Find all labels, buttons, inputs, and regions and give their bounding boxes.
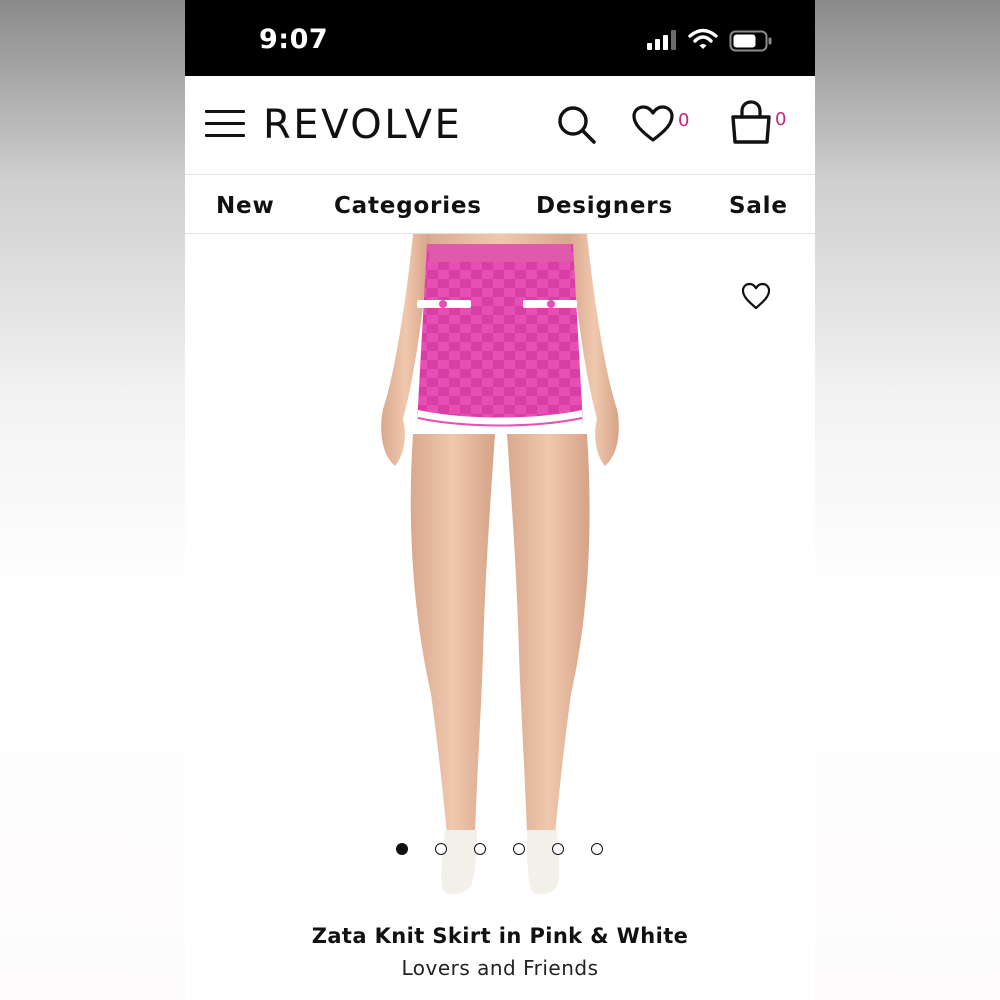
carousel-dot-5[interactable]	[552, 843, 564, 855]
wishlist-count: 0	[678, 110, 690, 131]
nav-new[interactable]: New	[216, 193, 275, 219]
carousel-dot-2[interactable]	[435, 843, 447, 855]
wifi-icon	[688, 27, 718, 56]
hamburger-menu-icon[interactable]	[205, 110, 245, 140]
carousel-dot-3[interactable]	[474, 843, 486, 855]
product-image[interactable]	[185, 234, 815, 910]
heart-icon	[631, 105, 675, 148]
site-header: REVOLVE 0 0	[185, 76, 815, 175]
phone-screen: 9:07 REVOLVE 0 0 New Categories Designer…	[185, 0, 815, 1000]
bag-count: 0	[775, 109, 787, 130]
category-nav: New Categories Designers Sale	[185, 175, 815, 234]
search-icon[interactable]	[555, 103, 599, 147]
cellular-signal-icon	[647, 30, 679, 55]
nav-sale[interactable]: Sale	[729, 193, 788, 219]
favorite-heart-icon[interactable]	[740, 281, 772, 311]
product-title[interactable]: Zata Knit Skirt in Pink & White	[185, 924, 815, 948]
carousel-dot-4[interactable]	[513, 843, 525, 855]
battery-icon	[729, 30, 773, 57]
carousel-dot-1[interactable]	[396, 843, 408, 855]
status-time: 9:07	[259, 24, 329, 55]
product-brand[interactable]: Lovers and Friends	[185, 956, 815, 980]
wishlist-button[interactable]: 0	[631, 104, 693, 148]
shopping-bag-icon	[729, 100, 773, 150]
revolve-logo[interactable]: REVOLVE	[263, 102, 462, 148]
status-bar: 9:07	[185, 0, 815, 76]
carousel-dot-6[interactable]	[591, 843, 603, 855]
nav-categories[interactable]: Categories	[334, 193, 482, 219]
nav-designers[interactable]: Designers	[536, 193, 673, 219]
shopping-bag-button[interactable]: 0	[729, 100, 791, 148]
